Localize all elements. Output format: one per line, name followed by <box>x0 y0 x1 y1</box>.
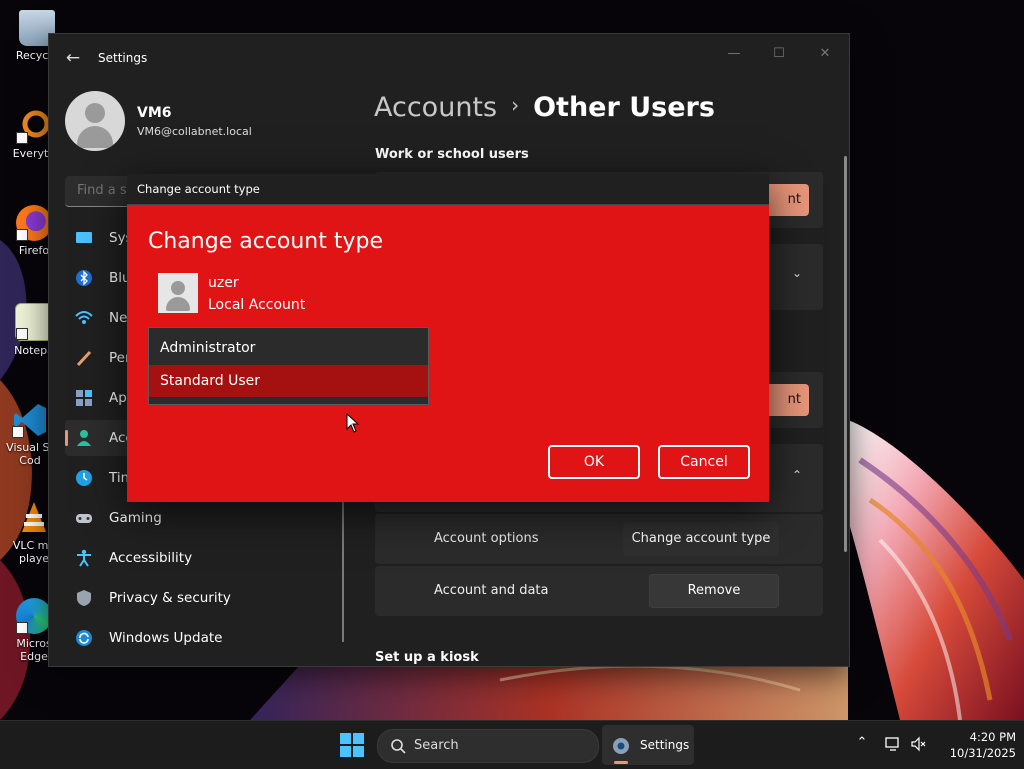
dialog-user-name: uzer <box>208 275 239 291</box>
taskbar: Search Settings ⌃ 4:20 PM 10/31/2025 <box>0 720 1024 769</box>
content-scrollbar[interactable] <box>844 156 847 552</box>
desktop-icon-label: Micros Edge <box>16 637 52 663</box>
close-button[interactable]: ✕ <box>810 44 840 64</box>
start-button[interactable] <box>340 733 364 757</box>
shortcut-arrow-icon <box>12 426 24 438</box>
windows-logo-icon <box>340 746 351 757</box>
user-avatar-icon <box>158 273 198 313</box>
personalization-icon <box>75 349 93 367</box>
breadcrumb: Accounts › Other Users <box>374 92 715 123</box>
search-icon <box>391 739 406 754</box>
option-label: Administrator <box>160 340 256 356</box>
desktop-icon-label: Firefo <box>18 244 50 257</box>
privacy-shield-icon <box>75 589 93 607</box>
nav-item-accessibility[interactable]: Accessibility <box>65 540 329 576</box>
nav-label: Accessibility <box>109 550 193 566</box>
profile-avatar[interactable] <box>65 91 125 151</box>
windows-update-icon <box>75 629 93 647</box>
dialog-heading: Change account type <box>148 229 384 254</box>
window-title: Settings <box>98 51 148 65</box>
everything-search-icon <box>16 108 52 144</box>
dialog-window-title: Change account type <box>137 182 260 196</box>
ok-button[interactable]: OK <box>548 445 640 479</box>
avatar-head <box>85 103 105 123</box>
windows-logo-icon <box>353 733 364 744</box>
shortcut-arrow-icon <box>16 622 28 634</box>
system-clock[interactable]: 4:20 PM 10/31/2025 <box>936 729 1016 761</box>
taskbar-settings-app[interactable]: Settings <box>602 725 694 765</box>
windows-logo-icon <box>340 733 351 744</box>
dialog-titlebar: Change account type <box>127 174 769 205</box>
desktop-icon-label: Visual St Cod <box>6 441 54 467</box>
nav-item-gaming[interactable]: Gaming <box>65 500 329 536</box>
shortcut-arrow-icon <box>16 328 28 340</box>
option-label: Standard User <box>160 373 261 389</box>
avatar-head <box>171 281 185 295</box>
maximize-button[interactable]: ☐ <box>764 44 794 64</box>
minimize-button[interactable]: — <box>719 44 749 64</box>
change-account-type-button[interactable]: Change account type <box>623 522 779 556</box>
network-icon <box>75 309 93 327</box>
change-account-type-dialog: Change account type Change account type … <box>127 174 769 502</box>
taskbar-app-label: Settings <box>640 738 690 752</box>
windows-logo-icon <box>353 746 364 757</box>
vscode-icon <box>12 402 48 438</box>
profile-email: VM6@collabnet.local <box>137 125 252 138</box>
apps-icon <box>75 389 93 407</box>
chevron-up-icon[interactable]: ⌃ <box>853 735 871 753</box>
network-display-icon[interactable] <box>884 735 902 753</box>
account-type-dropdown[interactable]: Administrator Standard User <box>148 327 429 405</box>
gaming-icon <box>75 509 93 527</box>
volume-muted-icon[interactable] <box>910 735 928 753</box>
account-data-label: Account and data <box>434 583 549 598</box>
dialog-user-type: Local Account <box>208 297 306 313</box>
clock-date: 10/31/2025 <box>949 746 1016 760</box>
cancel-button[interactable]: Cancel <box>658 445 750 479</box>
chevron-down-icon[interactable]: ⌄ <box>792 266 802 280</box>
shortcut-arrow-icon <box>16 132 28 144</box>
nav-label: Windows Update <box>109 630 223 646</box>
section-kiosk: Set up a kiosk <box>375 650 479 665</box>
account-options-label: Account options <box>434 531 539 546</box>
back-arrow-icon: ← <box>65 48 81 68</box>
time-language-icon <box>75 469 93 487</box>
avatar-body <box>166 297 190 311</box>
account-data-row: Account and data Remove <box>375 566 823 616</box>
breadcrumb-accounts[interactable]: Accounts <box>374 92 497 123</box>
edge-icon <box>16 598 52 634</box>
nav-label: Gaming <box>109 510 162 526</box>
section-work-school: Work or school users <box>375 147 529 162</box>
breadcrumb-other-users: Other Users <box>533 92 715 123</box>
firefox-icon <box>16 205 52 241</box>
system-icon <box>75 229 93 247</box>
active-indicator <box>65 430 68 446</box>
nav-scrollbar[interactable] <box>342 502 344 642</box>
nav-label: Privacy & security <box>109 590 231 606</box>
gear-icon <box>613 738 629 754</box>
nav-item-privacy-security[interactable]: Privacy & security <box>65 580 329 616</box>
clock-time: 4:20 PM <box>969 730 1016 744</box>
shortcut-arrow-icon <box>16 229 28 241</box>
remove-account-button[interactable]: Remove <box>649 574 779 608</box>
option-administrator[interactable]: Administrator <box>149 332 428 364</box>
avatar-body <box>77 126 113 148</box>
bluetooth-icon <box>75 269 93 287</box>
nav-item-windows-update[interactable]: Windows Update <box>65 620 329 656</box>
taskbar-search[interactable]: Search <box>377 729 599 763</box>
profile-name: VM6 <box>137 105 172 121</box>
taskbar-search-label: Search <box>414 738 459 753</box>
nav-label: Ne <box>109 310 128 326</box>
option-standard-user[interactable]: Standard User <box>149 365 428 397</box>
vlc-icon <box>16 500 52 536</box>
mouse-cursor-icon <box>346 413 360 433</box>
breadcrumb-chevron-icon: › <box>511 93 520 117</box>
back-button[interactable]: ← <box>63 48 83 68</box>
chevron-up-icon[interactable]: ⌃ <box>792 468 802 482</box>
running-indicator <box>614 761 628 764</box>
accessibility-icon <box>75 549 93 567</box>
accounts-icon <box>75 429 93 447</box>
settings-titlebar: ← Settings — ☐ ✕ <box>49 34 849 82</box>
account-options-row: Account options Change account type <box>375 514 823 564</box>
